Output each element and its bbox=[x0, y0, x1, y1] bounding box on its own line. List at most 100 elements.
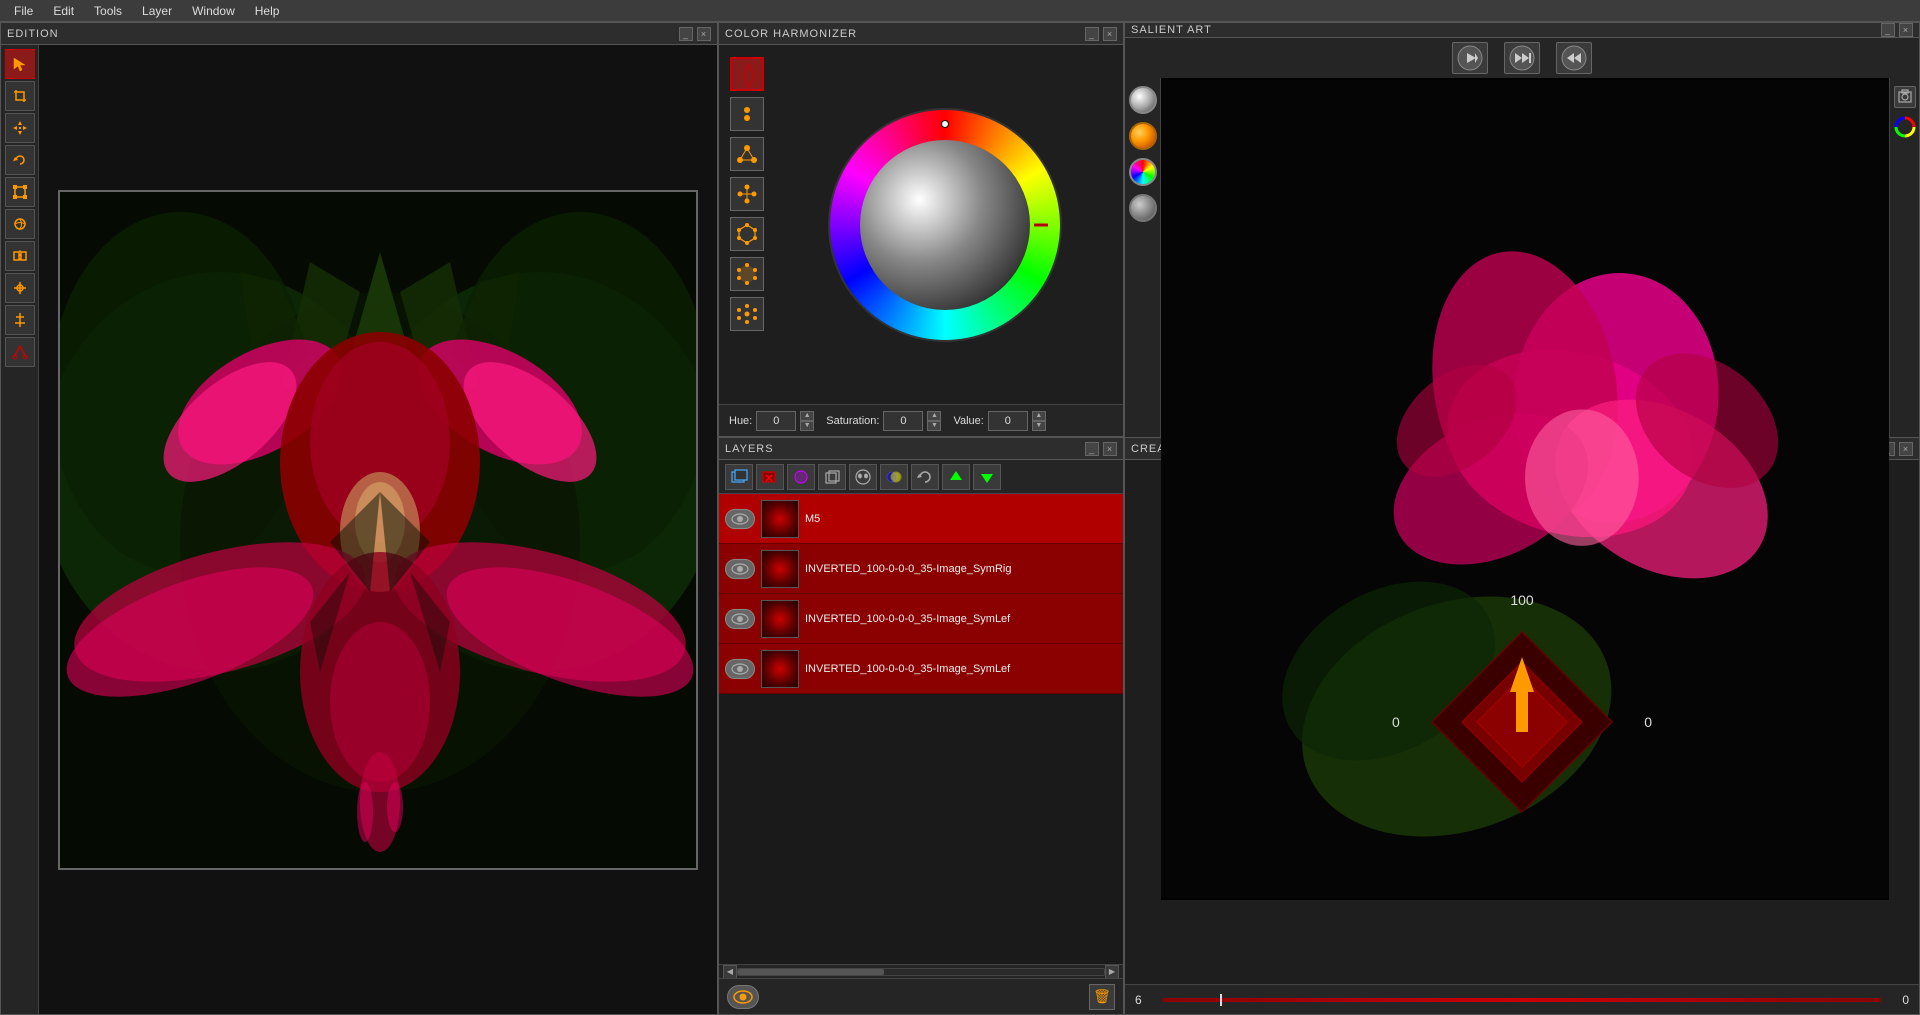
salient-screenshot-btn[interactable] bbox=[1894, 86, 1916, 108]
edition-title: Edition bbox=[7, 28, 59, 40]
layer-duplicate-btn[interactable] bbox=[818, 464, 846, 490]
transform-tool-btn[interactable] bbox=[5, 177, 35, 207]
layers-panel: Layers _ × bbox=[718, 437, 1124, 1015]
hue-up-btn[interactable]: ▲ bbox=[800, 411, 814, 421]
layers-scroll-track[interactable] bbox=[737, 968, 1105, 976]
tools-sidebar bbox=[1, 45, 39, 1014]
layer-row[interactable]: INVERTED_100-0-0-0_35-Image_SymLef bbox=[719, 644, 1123, 694]
saturation-up-btn[interactable]: ▲ bbox=[927, 411, 941, 421]
cc-display: 100 0 0 bbox=[1392, 592, 1652, 852]
menu-edit[interactable]: Edit bbox=[43, 2, 84, 20]
layer-row[interactable]: INVERTED_100-0-0-0_35-Image_SymRig bbox=[719, 544, 1123, 594]
layer-row[interactable]: M5 bbox=[719, 494, 1123, 544]
cc-bottom: 6 0 bbox=[1125, 984, 1919, 1014]
layers-visibility-all-btn[interactable] bbox=[727, 985, 759, 1009]
layers-bottom: 🗑 bbox=[719, 978, 1123, 1014]
rotate-tool-btn[interactable] bbox=[5, 145, 35, 175]
align-tool-btn[interactable] bbox=[5, 305, 35, 335]
layer-visibility-toggle[interactable] bbox=[725, 509, 755, 529]
harmony-star-btn[interactable] bbox=[730, 177, 764, 211]
color-harmonizer-controls: _ × bbox=[1085, 27, 1117, 41]
move-tool-btn[interactable] bbox=[5, 113, 35, 143]
layer-down-btn[interactable] bbox=[973, 464, 1001, 490]
value-down-btn[interactable]: ▼ bbox=[1032, 421, 1046, 431]
layers-trash-btn[interactable]: 🗑 bbox=[1089, 984, 1115, 1010]
layer-name: INVERTED_100-0-0-0_35-Image_SymLef bbox=[805, 613, 1117, 625]
mirror-tool-btn[interactable] bbox=[5, 241, 35, 271]
salient-back-btn[interactable] bbox=[1556, 42, 1592, 74]
menu-tools[interactable]: Tools bbox=[84, 2, 132, 20]
value-field: Value: ▲ ▼ bbox=[953, 411, 1045, 431]
hue-input[interactable] bbox=[756, 411, 796, 431]
layers-scroll-right[interactable]: ▶ bbox=[1105, 965, 1119, 979]
value-label: Value: bbox=[953, 415, 983, 427]
layers-close-btn[interactable]: × bbox=[1103, 442, 1117, 456]
ch-minimize-btn[interactable]: _ bbox=[1085, 27, 1099, 41]
value-spin-btns: ▲ ▼ bbox=[1032, 411, 1046, 431]
hue-down-btn[interactable]: ▼ bbox=[800, 421, 814, 431]
layer-new-btn[interactable] bbox=[725, 464, 753, 490]
edition-close-btn[interactable]: × bbox=[697, 27, 711, 41]
salient-play-btn[interactable] bbox=[1452, 42, 1488, 74]
layer-visibility-toggle[interactable] bbox=[725, 559, 755, 579]
layer-merge-btn[interactable] bbox=[787, 464, 815, 490]
salient-skip-btn[interactable] bbox=[1504, 42, 1540, 74]
layers-minimize-btn[interactable]: _ bbox=[1085, 442, 1099, 456]
saturation-down-btn[interactable]: ▼ bbox=[927, 421, 941, 431]
color-wheel[interactable] bbox=[830, 110, 1060, 340]
salient-compass-ball[interactable] bbox=[1129, 86, 1157, 114]
warp-tool-btn[interactable] bbox=[5, 209, 35, 239]
layers-scroll-thumb bbox=[738, 969, 884, 975]
cut-tool-btn[interactable] bbox=[5, 337, 35, 367]
cc-close-btn[interactable]: × bbox=[1899, 442, 1913, 456]
hue-field: Hue: ▲ ▼ bbox=[729, 411, 814, 431]
harmony-hex1-btn[interactable] bbox=[730, 217, 764, 251]
layer-delete-btn[interactable] bbox=[756, 464, 784, 490]
harmony-single-btn[interactable] bbox=[730, 97, 764, 131]
menu-file[interactable]: File bbox=[4, 2, 43, 20]
salient-gray-ball[interactable] bbox=[1129, 194, 1157, 222]
salient-orange-ball[interactable] bbox=[1129, 122, 1157, 150]
position-tool-btn[interactable] bbox=[5, 273, 35, 303]
salient-art-header: Salient Art _ × bbox=[1125, 23, 1919, 38]
cc-content: 100 0 0 bbox=[1125, 460, 1919, 984]
harmony-tools bbox=[727, 53, 767, 396]
layer-visibility-toggle[interactable] bbox=[725, 609, 755, 629]
layer-mask-btn[interactable] bbox=[849, 464, 877, 490]
harmony-triangle-btn[interactable] bbox=[730, 137, 764, 171]
layer-name: M5 bbox=[805, 513, 1117, 525]
color-wheel-area bbox=[719, 45, 1123, 404]
salient-color-ball[interactable] bbox=[1129, 158, 1157, 186]
layer-refresh-btn[interactable] bbox=[911, 464, 939, 490]
value-input[interactable] bbox=[988, 411, 1028, 431]
sa-close-btn[interactable]: × bbox=[1899, 23, 1913, 37]
color-swatch[interactable] bbox=[730, 57, 764, 91]
saturation-label: Saturation: bbox=[826, 415, 879, 427]
select-tool-btn[interactable] bbox=[5, 49, 35, 79]
value-up-btn[interactable]: ▲ bbox=[1032, 411, 1046, 421]
layer-blend-btn[interactable] bbox=[880, 464, 908, 490]
harmony-misc-btn[interactable] bbox=[730, 297, 764, 331]
color-harmonizer-header: Color Harmonizer _ × bbox=[719, 23, 1123, 45]
menubar: File Edit Tools Layer Window Help bbox=[0, 0, 1920, 22]
saturation-input[interactable] bbox=[883, 411, 923, 431]
layer-thumbnail bbox=[761, 500, 799, 538]
menu-window[interactable]: Window bbox=[182, 2, 245, 20]
menu-help[interactable]: Help bbox=[245, 2, 290, 20]
layer-visibility-toggle[interactable] bbox=[725, 659, 755, 679]
color-wheel-container[interactable] bbox=[775, 53, 1115, 396]
layer-name: INVERTED_100-0-0-0_35-Image_SymLef bbox=[805, 663, 1117, 675]
menu-layer[interactable]: Layer bbox=[132, 2, 182, 20]
edition-minimize-btn[interactable]: _ bbox=[679, 27, 693, 41]
salient-color-wheel-icon[interactable] bbox=[1894, 116, 1916, 138]
sa-minimize-btn[interactable]: _ bbox=[1881, 23, 1895, 37]
ch-close-btn[interactable]: × bbox=[1103, 27, 1117, 41]
crop-tool-btn[interactable] bbox=[5, 81, 35, 111]
layer-row[interactable]: INVERTED_100-0-0-0_35-Image_SymLef bbox=[719, 594, 1123, 644]
layers-scroll-left[interactable]: ◀ bbox=[723, 965, 737, 979]
canvas-area[interactable] bbox=[39, 45, 717, 1014]
cc-top-value: 100 bbox=[1510, 592, 1533, 608]
harmony-hex2-btn[interactable] bbox=[730, 257, 764, 291]
cc-slider-track[interactable] bbox=[1163, 998, 1881, 1002]
layer-up-btn[interactable] bbox=[942, 464, 970, 490]
